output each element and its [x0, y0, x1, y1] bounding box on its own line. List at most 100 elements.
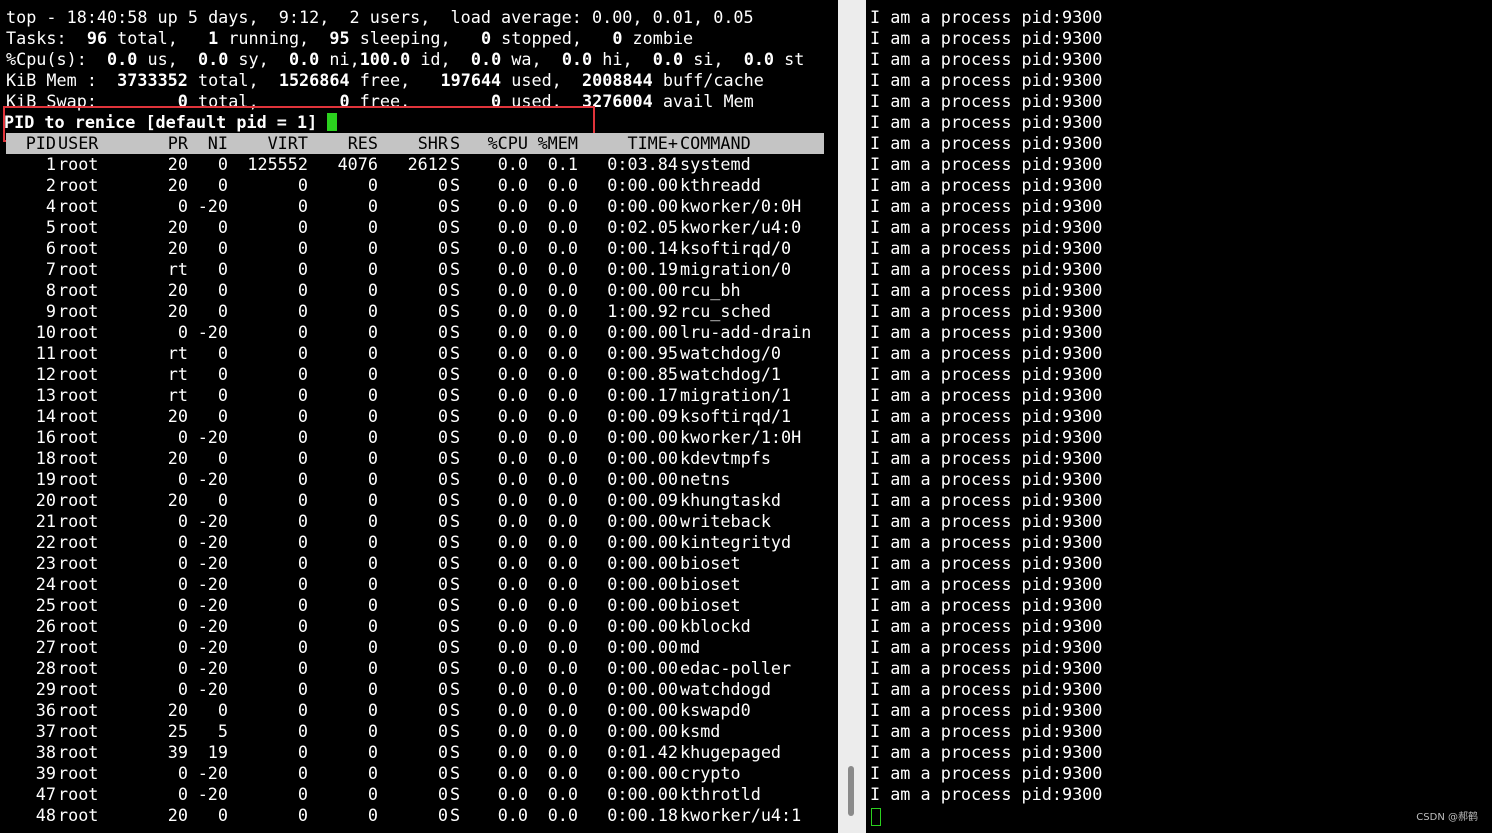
- cell-ni: 0: [217, 280, 228, 300]
- cell-s: S: [450, 595, 461, 615]
- cell-pr: 20: [167, 238, 188, 258]
- cell-time: 0:00.18: [607, 805, 678, 825]
- cell-virt: 0: [297, 616, 308, 636]
- cursor-hollow: [871, 808, 881, 826]
- cell-command: watchdog/1: [680, 364, 782, 384]
- cell-cpu: 0.0: [497, 742, 528, 762]
- cell-res: 0: [367, 196, 378, 216]
- cell-shr: 0: [437, 658, 448, 678]
- cell-cpu: 0.0: [497, 658, 528, 678]
- cell-s: S: [450, 343, 461, 363]
- table-row: 26 root 0 -20 0 0 0 S 0.0 0.0 0:00.00 kblockd: [6, 616, 824, 637]
- cell-mem: 0.0: [547, 637, 578, 657]
- cell-cpu: 0.0: [497, 763, 528, 783]
- output-line: I am a process pid:9300: [870, 574, 1103, 594]
- cell-mem: 0.0: [547, 805, 578, 825]
- cell-command: bioset: [680, 595, 741, 615]
- output-line: I am a process pid:9300: [870, 280, 1103, 300]
- cell-s: S: [450, 427, 461, 447]
- output-line: I am a process pid:9300: [870, 448, 1103, 468]
- cell-s: S: [450, 679, 461, 699]
- cell-s: S: [450, 469, 461, 489]
- cell-cpu: 0.0: [497, 238, 528, 258]
- cell-ni: 0: [217, 259, 228, 279]
- output-line: I am a process pid:9300: [870, 700, 1103, 720]
- cell-virt: 0: [297, 217, 308, 237]
- cell-res: 0: [367, 679, 378, 699]
- cell-user: root: [58, 616, 99, 636]
- cell-mem: 0.0: [547, 679, 578, 699]
- cell-pid: 38: [35, 742, 56, 762]
- cell-command: kworker/u4:1: [680, 805, 802, 825]
- cell-ni: -20: [197, 322, 228, 342]
- cell-cpu: 0.0: [497, 700, 528, 720]
- cell-time: 0:00.00: [607, 469, 678, 489]
- cell-ni: -20: [197, 574, 228, 594]
- cell-virt: 0: [297, 574, 308, 594]
- cell-ni: 0: [217, 154, 228, 174]
- pane-divider: [838, 0, 866, 833]
- cell-mem: 0.0: [547, 364, 578, 384]
- cell-virt: 0: [297, 658, 308, 678]
- cell-pid: 29: [35, 679, 56, 699]
- cell-pid: 7: [45, 259, 56, 279]
- cell-command: kdevtmpfs: [680, 448, 771, 468]
- cell-virt: 0: [297, 238, 308, 258]
- cell-shr: 0: [437, 679, 448, 699]
- cell-mem: 0.0: [547, 238, 578, 258]
- table-row: 18 root 20 0 0 0 0 S 0.0 0.0 0:00.00 kdevtmpfs: [6, 448, 824, 469]
- output-terminal-pane[interactable]: I am a process pid:9300 I am a process pi…: [866, 0, 1492, 833]
- table-row: 12 root rt 0 0 0 0 S 0.0 0.0 0:00.85 watchdog/1: [6, 364, 824, 385]
- cell-res: 0: [367, 805, 378, 825]
- cell-command: ksmd: [680, 721, 721, 741]
- cell-virt: 0: [297, 742, 308, 762]
- cell-command: ksoftirqd/1: [680, 406, 792, 426]
- cell-mem: 0.0: [547, 280, 578, 300]
- cell-cpu: 0.0: [497, 175, 528, 195]
- cell-command: ksoftirqd/0: [680, 238, 792, 258]
- cell-pr: 0: [177, 574, 188, 594]
- cell-virt: 0: [297, 196, 308, 216]
- cell-s: S: [450, 616, 461, 636]
- cell-s: S: [450, 742, 461, 762]
- table-row: 20 root 20 0 0 0 0 S 0.0 0.0 0:00.09 khungtaskd: [6, 490, 824, 511]
- cell-user: root: [58, 679, 99, 699]
- cell-shr: 2612: [407, 154, 448, 174]
- scrollbar-thumb[interactable]: [848, 766, 854, 816]
- cell-shr: 0: [437, 322, 448, 342]
- cell-pid: 13: [35, 385, 56, 405]
- cell-shr: 0: [437, 427, 448, 447]
- cell-mem: 0.0: [547, 322, 578, 342]
- cell-shr: 0: [437, 343, 448, 363]
- cell-virt: 0: [297, 469, 308, 489]
- cell-ni: 0: [217, 217, 228, 237]
- cell-shr: 0: [437, 448, 448, 468]
- cell-s: S: [450, 406, 461, 426]
- column-header-virt: VIRT: [267, 133, 308, 153]
- cell-user: root: [58, 217, 99, 237]
- cell-cpu: 0.0: [497, 196, 528, 216]
- table-row: 24 root 0 -20 0 0 0 S 0.0 0.0 0:00.00 bioset: [6, 574, 824, 595]
- cell-pid: 16: [35, 427, 56, 447]
- cell-shr: 0: [437, 742, 448, 762]
- cell-res: 0: [367, 784, 378, 804]
- cell-s: S: [450, 175, 461, 195]
- table-row: 8 root 20 0 0 0 0 S 0.0 0.0 0:00.00 rcu_bh: [6, 280, 824, 301]
- cell-ni: 0: [217, 448, 228, 468]
- cell-time: 0:01.42: [607, 742, 678, 762]
- output-line: I am a process pid:9300: [870, 553, 1103, 573]
- cell-user: root: [58, 742, 99, 762]
- cell-s: S: [450, 364, 461, 384]
- column-header-cpu: %CPU: [487, 133, 528, 153]
- output-line: I am a process pid:9300: [870, 196, 1103, 216]
- cell-virt: 0: [297, 427, 308, 447]
- cell-cpu: 0.0: [497, 616, 528, 636]
- top-terminal-pane[interactable]: top - 18:40:58 up 5 days, 9:12, 2 users,…: [0, 0, 838, 833]
- cell-mem: 0.0: [547, 217, 578, 237]
- cell-user: root: [58, 175, 99, 195]
- cell-ni: -20: [197, 532, 228, 552]
- cell-virt: 0: [297, 490, 308, 510]
- cell-shr: 0: [437, 280, 448, 300]
- table-row: 13 root rt 0 0 0 0 S 0.0 0.0 0:00.17 migration/1: [6, 385, 824, 406]
- cell-res: 0: [367, 217, 378, 237]
